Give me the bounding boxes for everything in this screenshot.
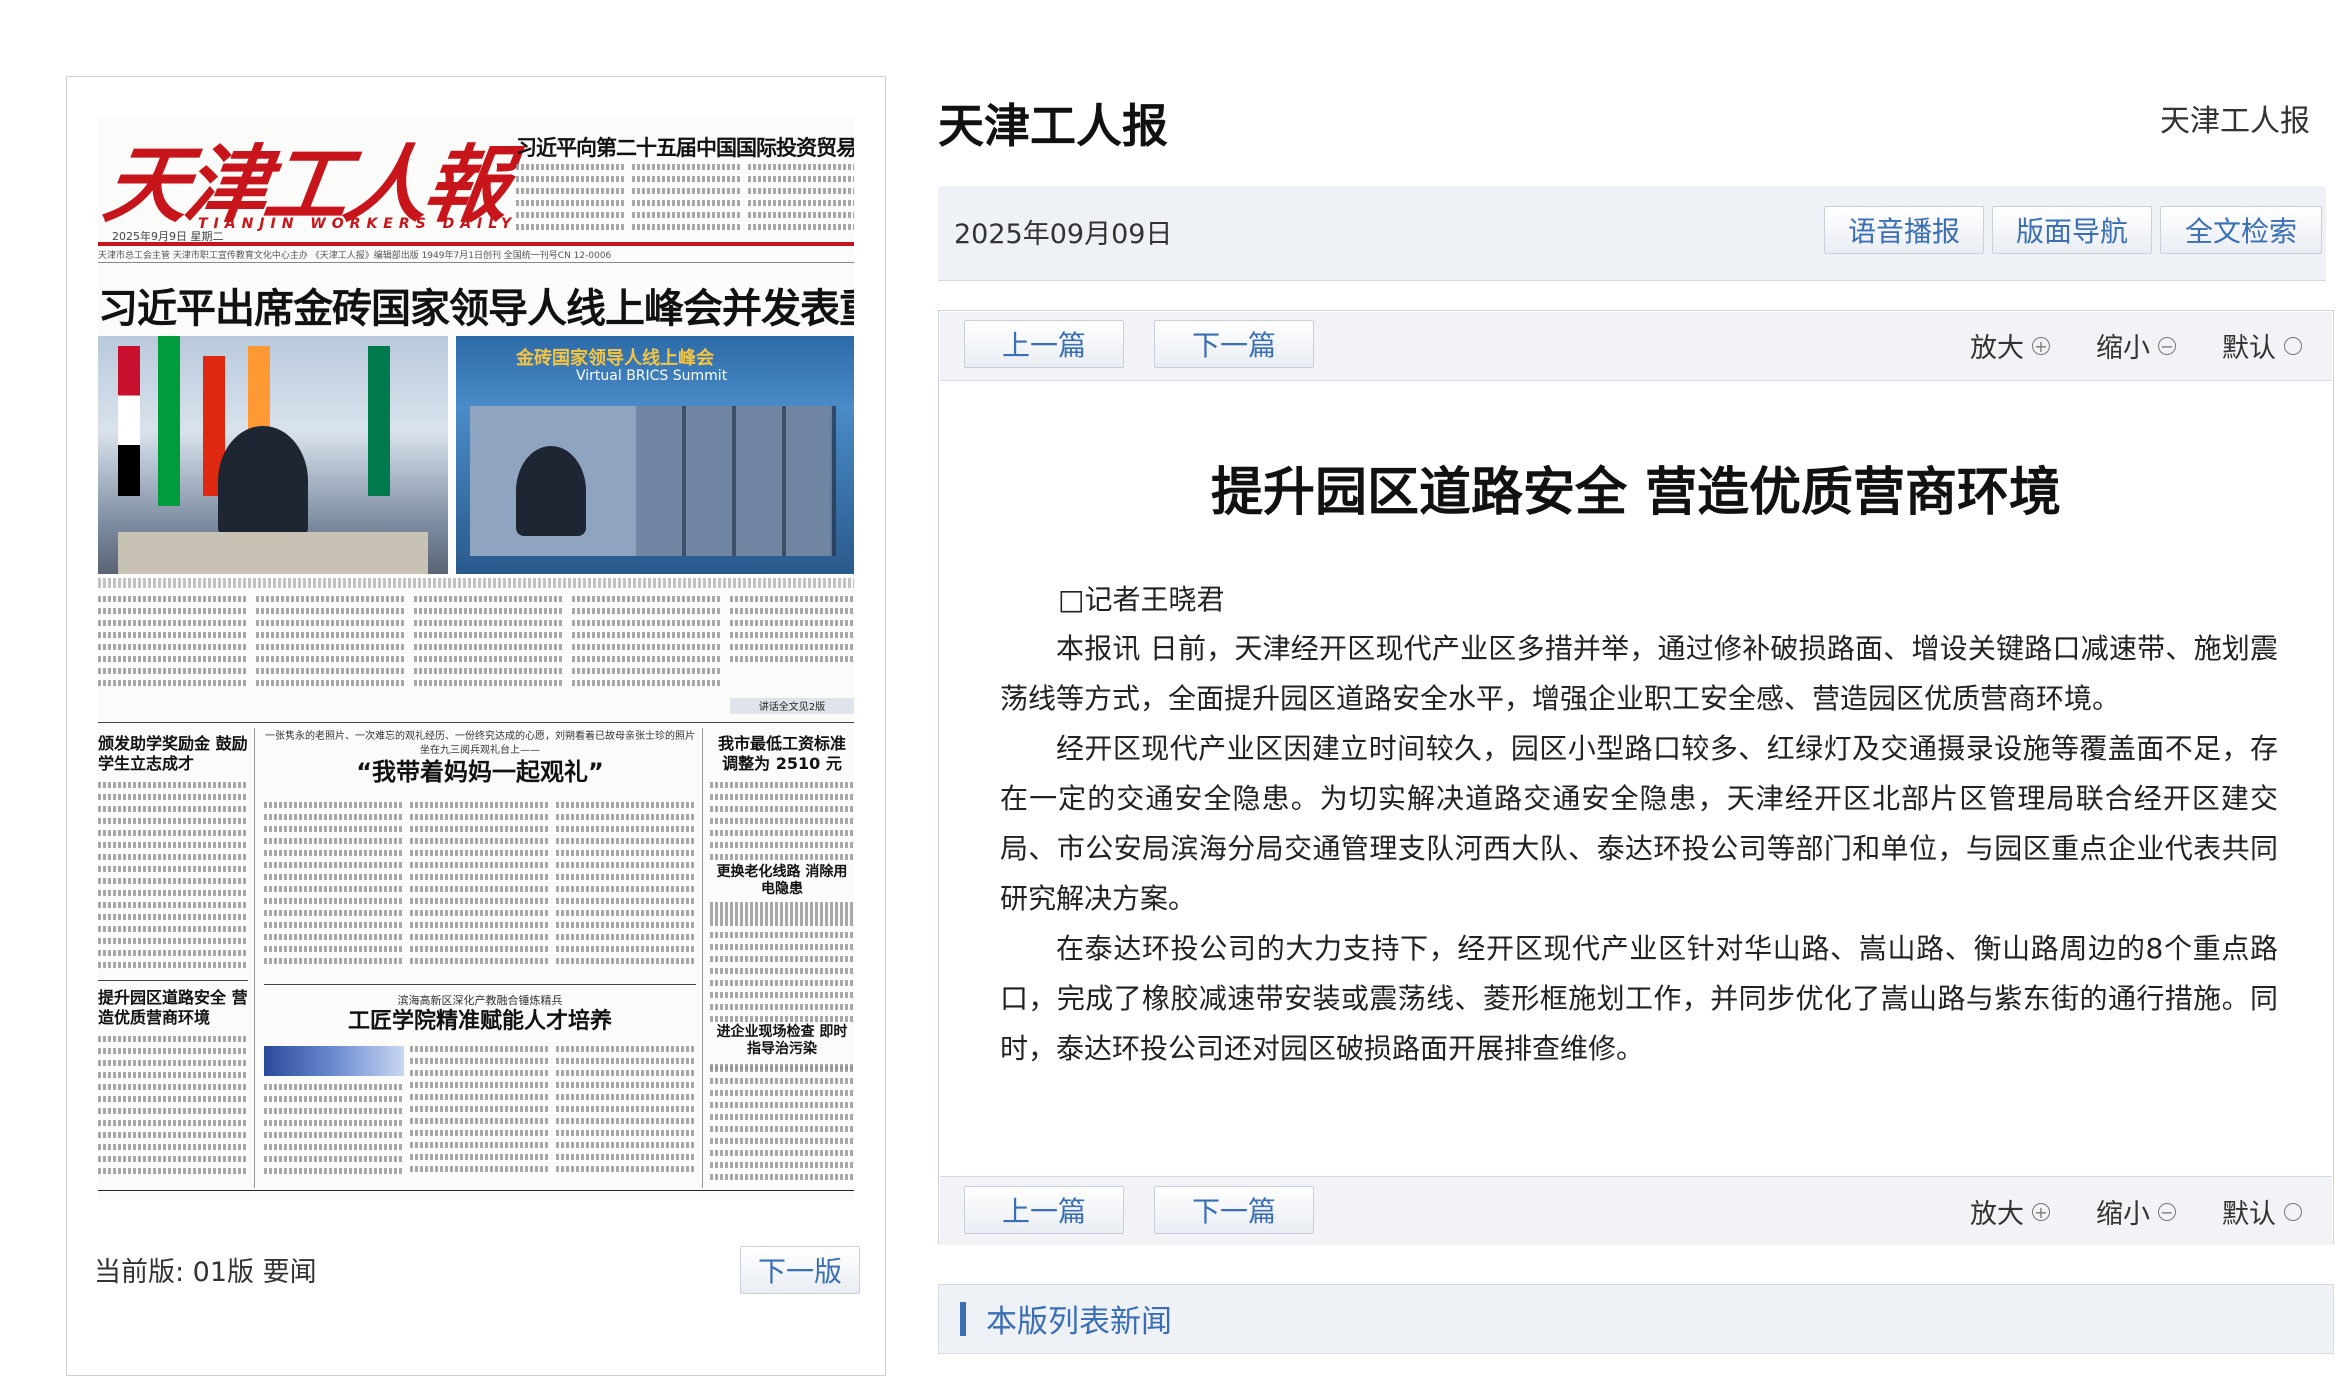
newspaper-text-block <box>98 1036 248 1186</box>
newspaper-text-block <box>410 1046 550 1184</box>
summit-banner-en: Virtual BRICS Summit <box>576 368 728 384</box>
section-rule <box>98 722 854 723</box>
newspaper-text-block <box>730 596 854 678</box>
newspaper-text-block <box>256 596 406 696</box>
zoom-default-bottom[interactable]: 默认 <box>2222 1192 2302 1231</box>
headline-left-1: 颁发助学奖励金 鼓励学生立志成才 <box>98 734 248 773</box>
zoom-in-top[interactable]: 放大 + <box>1970 326 2050 365</box>
headline-mid2-kicker: 滨海高新区深化产教融合锤炼精兵 <box>397 994 563 1007</box>
newspaper-masthead-en: TIANJIN WORKERS DAILY <box>198 216 518 232</box>
footer-rule <box>98 1190 854 1191</box>
zoom-out-bottom[interactable]: 缩小 − <box>2096 1192 2176 1231</box>
summit-photo-left <box>98 336 448 574</box>
section-rule <box>264 984 696 985</box>
prev-article-button-bottom[interactable]: 上一篇 <box>964 1186 1124 1234</box>
newspaper-text-block <box>748 164 854 234</box>
article-paragraph: 本报讯 日前，天津经开区现代产业区多措并举，通过修补破损路面、增设关键路口减速带… <box>1000 632 2278 715</box>
newspaper-text-block <box>410 802 548 972</box>
issue-date: 2025年09月09日 <box>954 219 1173 250</box>
newspaper-inline-image <box>264 1046 404 1076</box>
newspaper-top-headline: 习近平向第二十五届中国国际投资贸易洽谈会致贺信 <box>516 136 854 160</box>
full-text-search-button[interactable]: 全文检索 <box>2160 206 2322 254</box>
article-paragraph: 经开区现代产业区因建立时间较久，园区小型路口较多、红绿灯及交通摄录设施等覆盖面不… <box>1000 732 2278 915</box>
article-author: □记者王晓君 <box>1058 583 1225 616</box>
zoom-default-label: 默认 <box>2222 1199 2276 1230</box>
newspaper-page-image[interactable]: 天津工人報 TIANJIN WORKERS DAILY 2025年9月9日 星期… <box>98 118 854 1200</box>
summit-banner: 金砖国家领导人线上峰会 <box>516 348 714 369</box>
next-edition-button[interactable]: 下一版 <box>740 1246 860 1294</box>
newspaper-info-line: 天津市总工会主管 天津市职工宣传教育文化中心主办 《天津工人报》编辑部出版 19… <box>98 248 854 263</box>
newspaper-text-block <box>572 596 722 696</box>
section-rule <box>98 980 248 981</box>
zoom-in-label: 放大 <box>1970 333 2024 364</box>
plus-circle-icon: + <box>2032 1202 2050 1221</box>
zoom-default-top[interactable]: 默认 <box>2222 326 2302 365</box>
site-title-right[interactable]: 天津工人报 <box>2160 96 2310 140</box>
article-paragraph: 在泰达环投公司的大力支持下，经开区现代产业区针对华山路、嵩山路、衡山路周边的8个… <box>1000 932 2278 1065</box>
next-article-button-bottom[interactable]: 下一篇 <box>1154 1186 1314 1234</box>
newspaper-text-block <box>632 164 742 234</box>
headline-mid: “我带着妈妈一起观礼” <box>356 758 604 786</box>
newspaper-text-block <box>556 1046 696 1184</box>
headline-right-3: 进企业现场检查 即时指导治污染 <box>710 1024 854 1058</box>
zoom-out-label: 缩小 <box>2096 1199 2150 1230</box>
continued-note: 讲话全文见2版 <box>730 698 854 714</box>
audio-broadcast-button[interactable]: 语音播报 <box>1824 206 1984 254</box>
summit-photo-right: 金砖国家领导人线上峰会 Virtual BRICS Summit <box>456 336 854 574</box>
zoom-out-top[interactable]: 缩小 − <box>2096 326 2176 365</box>
minus-circle-icon: − <box>2158 1202 2176 1221</box>
newspaper-text-block <box>264 1084 404 1184</box>
page-navigation-button[interactable]: 版面导航 <box>1992 206 2152 254</box>
zoom-out-label: 缩小 <box>2096 333 2150 364</box>
newspaper-text-block <box>414 596 564 696</box>
current-edition-label: 当前版: 01版 要闻 <box>94 1257 317 1288</box>
photo-caption <box>98 578 854 588</box>
newspaper-text-block <box>556 802 696 972</box>
article-title: 提升园区道路安全 营造优质营商环境 <box>1210 463 2062 523</box>
circle-icon <box>2284 336 2302 355</box>
newspaper-text-block <box>98 596 248 696</box>
headline-left-2: 提升园区道路安全 营造优质营商环境 <box>98 988 248 1027</box>
newspaper-main-headline: 习近平出席金砖国家领导人线上峰会并发表重要讲话 <box>98 286 854 332</box>
headline-right-2: 更换老化线路 消除用电隐患 <box>710 864 854 898</box>
column-rule <box>254 728 255 1188</box>
prev-article-button-top[interactable]: 上一篇 <box>964 320 1124 368</box>
site-title: 天津工人报 <box>938 99 1168 153</box>
plus-circle-icon: + <box>2032 336 2050 355</box>
column-rule <box>702 728 703 1188</box>
minus-circle-icon: − <box>2158 336 2176 355</box>
headline-mid-kicker: 一张隽永的老照片、一次难忘的观礼经历、一份终究达成的心愿，刘朔看着已故母亲张士珍… <box>265 731 695 756</box>
newspaper-text-block <box>98 782 248 972</box>
zoom-in-label: 放大 <box>1970 1199 2024 1230</box>
section-marker-bar <box>960 1302 966 1336</box>
newspaper-text-block <box>710 1066 854 1186</box>
zoom-in-bottom[interactable]: 放大 + <box>1970 1192 2050 1231</box>
newspaper-red-rule <box>98 242 854 246</box>
next-article-button-top[interactable]: 下一篇 <box>1154 320 1314 368</box>
headline-right-1: 我市最低工资标准 调整为 2510 元 <box>717 734 846 773</box>
page-news-list-title[interactable]: 本版列表新闻 <box>986 1296 1172 1341</box>
zoom-default-label: 默认 <box>2222 333 2276 364</box>
headline-mid-2: 工匠学院精准赋能人才培养 <box>347 1009 612 1034</box>
newspaper-text-block <box>516 164 626 234</box>
newspaper-text-block <box>264 802 402 972</box>
circle-icon <box>2284 1202 2302 1221</box>
